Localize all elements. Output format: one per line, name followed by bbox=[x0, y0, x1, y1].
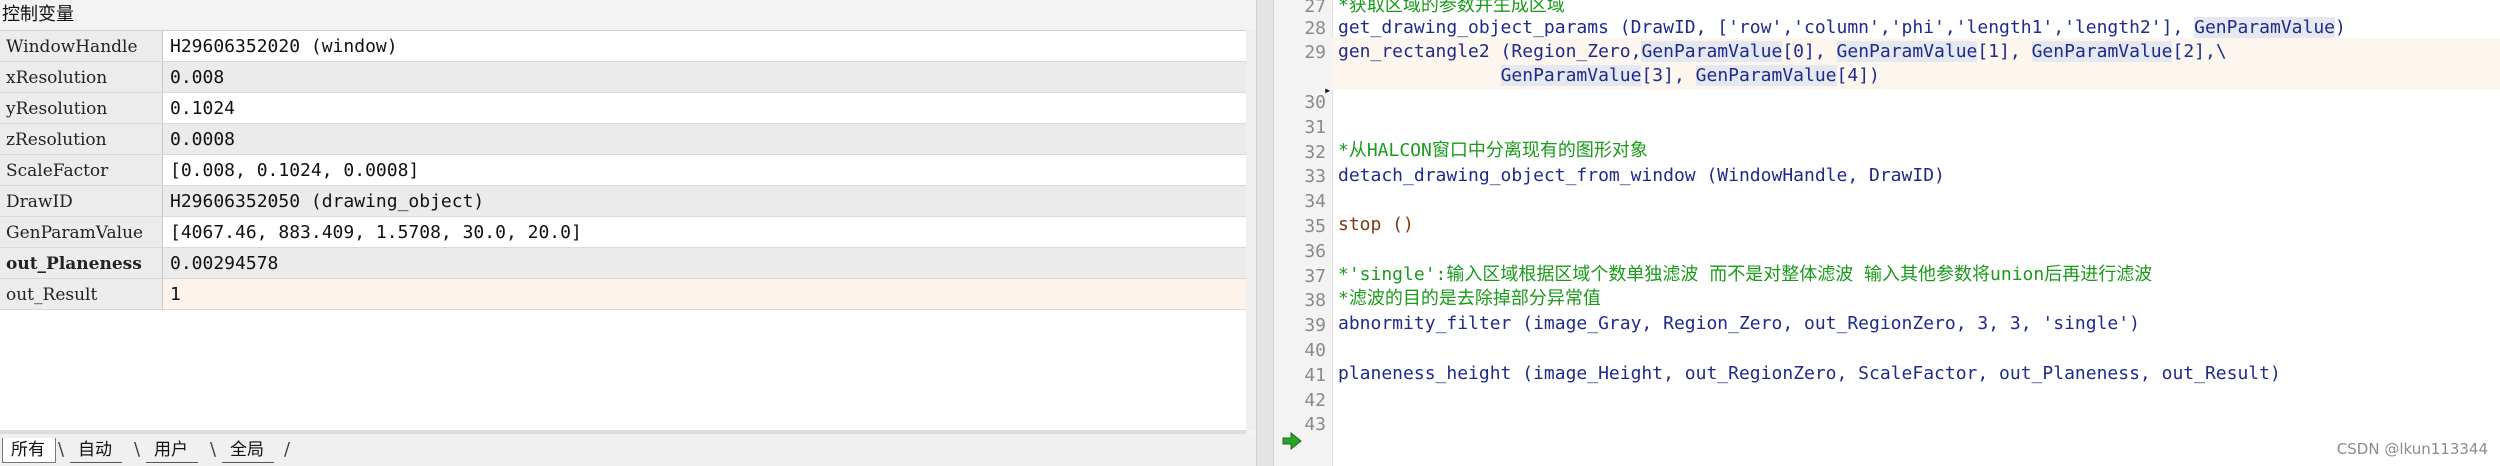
line-number: 32 bbox=[1304, 142, 1326, 163]
tab-separator: \ bbox=[134, 439, 141, 460]
variable-highlight: GenParamValue bbox=[2194, 17, 2336, 38]
code-line[interactable]: *'single':输入区域根据区域个数单独滤波 而不是对整体滤波 输入其他参数… bbox=[1338, 263, 2152, 287]
code-token: ) bbox=[2335, 17, 2346, 38]
table-row[interactable]: zResolution 0.0008 bbox=[0, 124, 1246, 155]
code-token: gen_rectangle2 (Region_Zero, bbox=[1338, 41, 1642, 62]
code-line[interactable]: get_drawing_object_params (DrawID, ['row… bbox=[1338, 16, 2346, 40]
variable-value: 0.0008 bbox=[170, 129, 236, 150]
line-number: 42 bbox=[1304, 390, 1326, 411]
code-line[interactable]: *滤波的目的是去除掉部分异常值 bbox=[1338, 287, 1601, 311]
insert-cursor-marker: ▸ bbox=[1324, 83, 1332, 97]
variable-value: [4067.46, 883.409, 1.5708, 30.0, 20.0] bbox=[170, 222, 582, 243]
table-row[interactable]: GenParamValue [4067.46, 883.409, 1.5708,… bbox=[0, 217, 1246, 248]
variable-name: WindowHandle bbox=[0, 31, 163, 61]
variable-name: ScaleFactor bbox=[0, 155, 163, 185]
code-line-continuation[interactable]: GenParamValue[3], GenParamValue[4]) bbox=[1338, 64, 1880, 88]
line-number: 40 bbox=[1304, 340, 1326, 361]
program-editor[interactable]: 27 28 29 30 31 32 33 34 35 36 37 38 39 4… bbox=[1274, 0, 2500, 466]
code-line[interactable]: detach_drawing_object_from_window (Windo… bbox=[1338, 164, 1945, 188]
line-number: 39 bbox=[1304, 315, 1326, 336]
variable-value: H29606352050 (drawing_object) bbox=[170, 191, 485, 212]
variable-name: out_Result bbox=[0, 279, 163, 309]
line-number: 41 bbox=[1304, 365, 1326, 386]
variable-name: DrawID bbox=[0, 186, 163, 216]
line-number: 34 bbox=[1304, 191, 1326, 212]
tab-all[interactable]: 所有 bbox=[2, 438, 56, 463]
code-line[interactable]: planeness_height (image_Height, out_Regi… bbox=[1338, 362, 2281, 386]
variable-highlight: GenParamValue bbox=[1836, 41, 1978, 62]
variable-value: H29606352020 (window) bbox=[170, 36, 398, 57]
program-counter-arrow-icon bbox=[1282, 432, 1302, 450]
line-number: 37 bbox=[1304, 266, 1326, 287]
table-row[interactable]: xResolution 0.008 bbox=[0, 62, 1246, 93]
variable-highlight: GenParamValue bbox=[1500, 65, 1642, 86]
variable-name: GenParamValue bbox=[0, 217, 163, 247]
variable-value: 1 bbox=[170, 284, 181, 305]
variable-name: yResolution bbox=[0, 93, 163, 123]
panel-splitter[interactable] bbox=[1256, 0, 1274, 466]
tab-separator: / bbox=[284, 439, 291, 460]
line-number-gutter[interactable]: 27 28 29 30 31 32 33 34 35 36 37 38 39 4… bbox=[1274, 0, 1333, 466]
code-token: [0], bbox=[1782, 41, 1837, 62]
line-number: 30 bbox=[1304, 92, 1326, 113]
code-line[interactable]: abnormity_filter (image_Gray, Region_Zer… bbox=[1338, 312, 2140, 336]
code-line[interactable]: *从HALCON窗口中分离现有的图形对象 bbox=[1338, 139, 1648, 163]
line-number: 31 bbox=[1304, 117, 1326, 138]
line-number: 33 bbox=[1304, 166, 1326, 187]
table-row[interactable]: out_Planeness 0.00294578 bbox=[0, 248, 1246, 279]
table-row[interactable]: out_Result 1 bbox=[0, 279, 1246, 310]
variable-value: 0.00294578 bbox=[170, 253, 279, 274]
code-token: [3], bbox=[1641, 65, 1696, 86]
variable-tab-bar: 所有 \ 自动 \ 用户 \ 全局 / bbox=[0, 434, 1256, 466]
variable-name: out_Planeness bbox=[0, 248, 163, 278]
code-line[interactable]: gen_rectangle2 (Region_Zero,GenParamValu… bbox=[1338, 40, 2227, 64]
variable-highlight: GenParamValue bbox=[1695, 65, 1837, 86]
variable-name: zResolution bbox=[0, 124, 163, 154]
tab-separator: \ bbox=[210, 439, 217, 460]
table-row[interactable]: ScaleFactor [0.008, 0.1024, 0.0008] bbox=[0, 155, 1246, 186]
tab-auto[interactable]: 自动 bbox=[70, 438, 122, 463]
vertical-scrollbar[interactable] bbox=[1246, 30, 1256, 430]
line-number: 28 bbox=[1304, 18, 1326, 39]
code-token: get_drawing_object_params (DrawID, ['row… bbox=[1338, 17, 2195, 38]
variable-highlight: GenParamValue bbox=[1641, 41, 1783, 62]
variable-window: 控制变量 WindowHandle H29606352020 (window) … bbox=[0, 0, 1256, 466]
line-number: 27 bbox=[1304, 0, 1326, 17]
variable-name: xResolution bbox=[0, 62, 163, 92]
table-row[interactable]: WindowHandle H29606352020 (window) bbox=[0, 31, 1246, 62]
tab-separator: \ bbox=[58, 439, 65, 460]
code-token: [4]) bbox=[1836, 65, 1880, 86]
watermark-text: CSDN @lkun113344 bbox=[2336, 440, 2488, 458]
line-number: 36 bbox=[1304, 241, 1326, 262]
variable-highlight: GenParamValue bbox=[2031, 41, 2173, 62]
tab-global[interactable]: 全局 bbox=[222, 438, 274, 463]
code-token: [1], bbox=[1977, 41, 2032, 62]
variable-value: 0.1024 bbox=[170, 98, 236, 119]
table-row[interactable]: yResolution 0.1024 bbox=[0, 93, 1246, 124]
line-number: 38 bbox=[1304, 290, 1326, 311]
variable-value: 0.008 bbox=[170, 67, 225, 88]
code-line[interactable]: stop () bbox=[1338, 213, 1414, 237]
control-variables-table: WindowHandle H29606352020 (window) xReso… bbox=[0, 30, 1247, 431]
line-number: 29 bbox=[1304, 42, 1326, 63]
variable-value: [0.008, 0.1024, 0.0008] bbox=[170, 160, 420, 181]
code-token: [2],\ bbox=[2172, 41, 2227, 62]
line-number: 35 bbox=[1304, 216, 1326, 237]
tab-user[interactable]: 用户 bbox=[146, 438, 198, 463]
table-row[interactable]: DrawID H29606352050 (drawing_object) bbox=[0, 186, 1246, 217]
panel-title: 控制变量 bbox=[2, 4, 74, 25]
